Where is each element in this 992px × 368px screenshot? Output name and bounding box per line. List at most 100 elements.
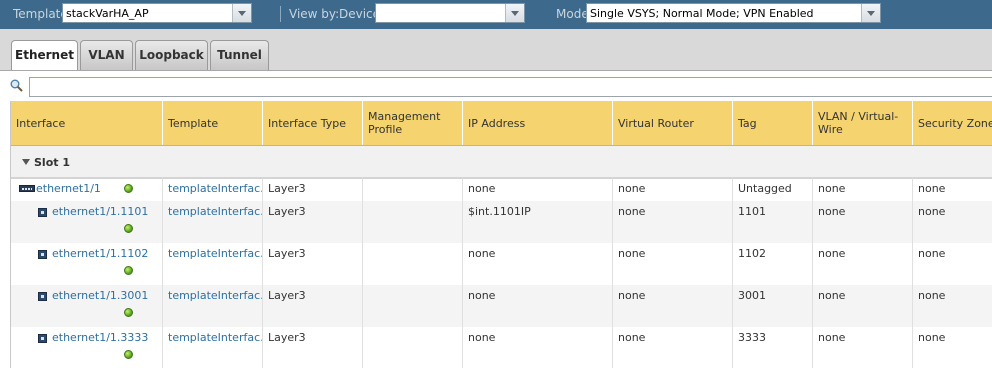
cell-interface: ethernet1/1.1101: [11, 201, 163, 243]
table-row[interactable]: ethernet1/1.1102 templateInterfac… Layer…: [11, 243, 992, 285]
context-toolbar: Template stackVarHA_AP View by: Device M…: [0, 0, 992, 29]
cell-template[interactable]: templateInterfac…: [163, 327, 263, 368]
cell-vlan-virtual-wire: none: [813, 201, 913, 243]
cell-vlan-virtual-wire: none: [813, 178, 913, 201]
cell-virtual-router: none: [613, 327, 733, 368]
cell-tag: 1102: [733, 243, 813, 285]
interface-link[interactable]: ethernet1/1.1101: [52, 205, 148, 218]
cell-vlan-virtual-wire: none: [813, 327, 913, 368]
cell-management-profile: [363, 178, 463, 201]
status-up-icon: [124, 308, 133, 317]
cell-ip-address: none: [463, 327, 613, 368]
chevron-down-icon[interactable]: [505, 4, 524, 22]
cell-security-zone: none: [913, 243, 992, 285]
tab-tunnel[interactable]: Tunnel: [210, 40, 269, 70]
tab-loopback[interactable]: Loopback: [135, 40, 208, 70]
column-header-interface-type[interactable]: Interface Type: [263, 101, 363, 145]
cell-tag: 3001: [733, 285, 813, 327]
search-input[interactable]: [29, 77, 992, 97]
cell-security-zone: none: [913, 285, 992, 327]
status-up-icon: [124, 184, 133, 193]
cell-virtual-router: none: [613, 201, 733, 243]
status-up-icon: [124, 266, 133, 275]
table-row[interactable]: ethernet1/1.3333 templateInterfac… Layer…: [11, 327, 992, 368]
interface-link[interactable]: ethernet1/1.3001: [52, 289, 148, 302]
cell-template[interactable]: templateInterfac…: [163, 178, 263, 201]
cell-management-profile: [363, 201, 463, 243]
table-row[interactable]: ethernet1/1.3001 templateInterfac… Layer…: [11, 285, 992, 327]
cell-virtual-router: none: [613, 285, 733, 327]
chevron-down-icon[interactable]: [861, 4, 880, 22]
column-header-vlan-virtual-wire[interactable]: VLAN / Virtual-Wire: [813, 101, 913, 145]
cell-management-profile: [363, 285, 463, 327]
cell-management-profile: [363, 327, 463, 368]
cell-ip-address: none: [463, 285, 613, 327]
tab-ethernet[interactable]: Ethernet: [11, 40, 78, 71]
cell-template[interactable]: templateInterfac…: [163, 243, 263, 285]
cell-interface-type: Layer3: [263, 285, 363, 327]
template-select-value: stackVarHA_AP: [66, 7, 149, 20]
cell-interface-type: Layer3: [263, 178, 363, 201]
chevron-down-icon[interactable]: [232, 4, 251, 22]
cell-vlan-virtual-wire: none: [813, 285, 913, 327]
column-header-interface[interactable]: Interface: [11, 101, 163, 145]
subinterface-icon: [38, 292, 47, 301]
ethernet-port-icon: [19, 185, 35, 192]
cell-interface: ethernet1/1.3001: [11, 285, 163, 327]
cell-vlan-virtual-wire: none: [813, 243, 913, 285]
cell-ip-address: $int.1101IP: [463, 201, 613, 243]
column-header-template[interactable]: Template: [163, 101, 263, 145]
device-select[interactable]: [375, 3, 525, 23]
search-row: [0, 70, 992, 102]
device-label: Device: [339, 7, 381, 21]
group-label: Slot 1: [34, 156, 70, 169]
column-header-virtual-router[interactable]: Virtual Router: [613, 101, 733, 145]
cell-ip-address: none: [463, 178, 613, 201]
mode-label: Mode: [556, 7, 589, 21]
cell-template[interactable]: templateInterfac…: [163, 201, 263, 243]
interfaces-grid: Interface Template Interface Type Manage…: [10, 101, 992, 368]
cell-management-profile: [363, 243, 463, 285]
column-header-tag[interactable]: Tag: [733, 101, 813, 145]
cell-interface: ethernet1/1: [11, 178, 163, 201]
cell-template[interactable]: templateInterfac…: [163, 285, 263, 327]
status-up-icon: [124, 350, 133, 359]
search-icon[interactable]: [10, 79, 23, 92]
cell-virtual-router: none: [613, 243, 733, 285]
table-row[interactable]: ethernet1/1 templateInterfac… Layer3 non…: [11, 178, 992, 201]
interface-link[interactable]: ethernet1/1.1102: [52, 247, 148, 260]
column-header-security-zone[interactable]: Security Zone: [913, 101, 992, 145]
cell-tag: 1101: [733, 201, 813, 243]
status-up-icon: [124, 224, 133, 233]
cell-virtual-router: none: [613, 178, 733, 201]
cell-interface-type: Layer3: [263, 327, 363, 368]
cell-ip-address: none: [463, 243, 613, 285]
cell-interface: ethernet1/1.3333: [11, 327, 163, 368]
mode-select[interactable]: Single VSYS; Normal Mode; VPN Enabled: [586, 3, 881, 23]
expand-triangle-icon[interactable]: [22, 159, 30, 165]
tab-strip: Ethernet VLAN Loopback Tunnel: [0, 29, 992, 71]
subinterface-icon: [38, 250, 47, 259]
interface-link[interactable]: ethernet1/1: [36, 182, 101, 195]
subinterface-icon: [38, 334, 47, 343]
toolbar-divider: [280, 6, 281, 22]
interface-link[interactable]: ethernet1/1.3333: [52, 331, 148, 344]
cell-security-zone: none: [913, 201, 992, 243]
mode-select-value: Single VSYS; Normal Mode; VPN Enabled: [590, 7, 814, 20]
column-header-ip-address[interactable]: IP Address: [463, 101, 613, 145]
cell-interface-type: Layer3: [263, 243, 363, 285]
grid-header: Interface Template Interface Type Manage…: [11, 101, 992, 146]
group-row-slot[interactable]: Slot 1: [11, 146, 992, 179]
column-header-management-profile[interactable]: Management Profile: [363, 101, 463, 145]
template-label: Template: [13, 7, 68, 21]
subinterface-icon: [38, 208, 47, 217]
cell-security-zone: none: [913, 178, 992, 201]
cell-interface: ethernet1/1.1102: [11, 243, 163, 285]
view-by-label: View by:: [289, 7, 340, 21]
cell-security-zone: none: [913, 327, 992, 368]
tab-vlan[interactable]: VLAN: [80, 40, 133, 70]
cell-tag: Untagged: [733, 178, 813, 201]
cell-tag: 3333: [733, 327, 813, 368]
table-row[interactable]: ethernet1/1.1101 templateInterfac… Layer…: [11, 201, 992, 243]
template-select[interactable]: stackVarHA_AP: [62, 3, 252, 23]
